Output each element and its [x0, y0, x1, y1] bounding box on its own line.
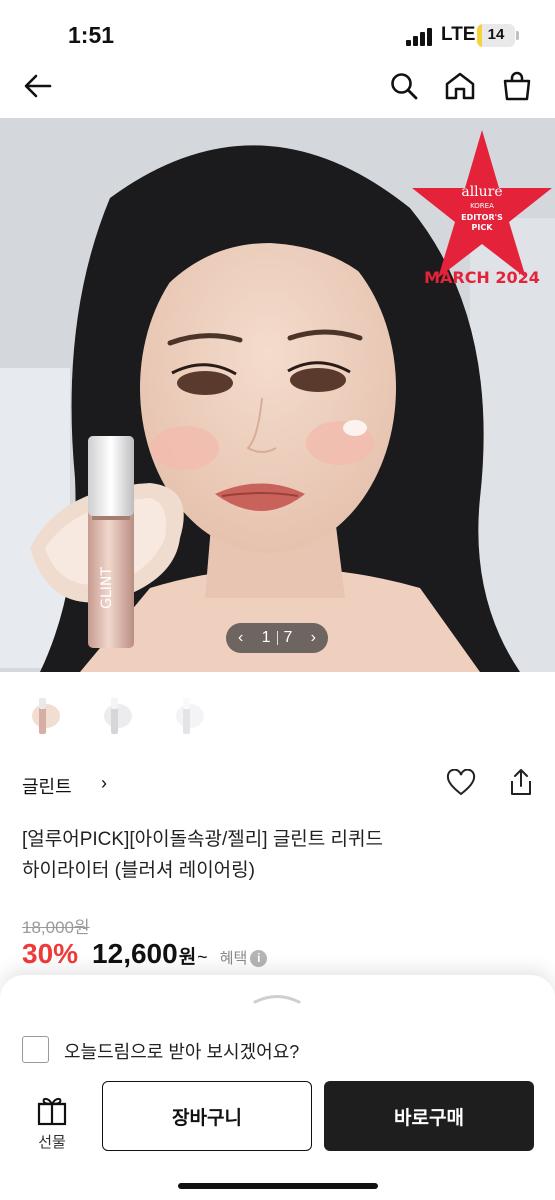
product-logo: GLINT: [99, 567, 115, 609]
discount-rate: 30%: [22, 938, 79, 969]
image-pager[interactable]: ‹ 1 7 ›: [226, 623, 328, 653]
thumbnail-2[interactable]: [94, 690, 138, 742]
battery-icon: 14: [477, 24, 515, 47]
original-price: 18,000원: [22, 918, 90, 937]
product-image-carousel[interactable]: GLINT allure KOREA EDITOR'S PICK MARCH 2…: [0, 118, 555, 672]
product-hero-image: GLINT allure KOREA EDITOR'S PICK MARCH 2…: [0, 118, 555, 672]
nav-bar: [0, 60, 555, 118]
status-bar: 1:51 LTE 14: [0, 0, 555, 60]
dawn-delivery-label[interactable]: 오늘드림으로 받아 보시겠어요?: [64, 1038, 299, 1064]
status-time: 1:51: [68, 22, 115, 48]
heart-icon[interactable]: [446, 769, 476, 797]
pager-total: 7: [283, 629, 293, 646]
chevron-right-icon: ›: [101, 773, 107, 793]
thumbnail-image: [104, 698, 132, 734]
prev-image-button[interactable]: ‹: [238, 629, 243, 647]
brand-link[interactable]: 글린트: [22, 773, 72, 799]
search-button[interactable]: [382, 64, 426, 108]
gift-button[interactable]: 선물: [22, 1091, 82, 1151]
price-tilde: ~: [197, 947, 208, 967]
back-button[interactable]: [16, 64, 60, 108]
pager-current: 1: [261, 629, 271, 646]
badge-line2: PICK: [472, 223, 494, 232]
buy-now-button[interactable]: 바로구매: [324, 1081, 534, 1151]
sale-price: 12,600: [92, 938, 178, 969]
badge-line1: EDITOR'S: [461, 213, 503, 222]
add-to-cart-button[interactable]: 장바구니: [102, 1081, 312, 1151]
thumbnail-1[interactable]: [22, 690, 66, 742]
dawn-delivery-checkbox[interactable]: [22, 1036, 49, 1063]
home-indicator: [178, 1183, 378, 1189]
home-icon: [445, 72, 475, 100]
product-title: [얼루어PICK][아이돌속광/젤리] 글린트 리퀴드 하이라이터 (블러셔 레…: [22, 824, 522, 886]
network-type: LTE: [441, 24, 476, 45]
next-image-button[interactable]: ›: [311, 629, 316, 647]
purchase-bottom-sheet: 오늘드림으로 받아 보시겠어요? 선물 장바구니 바로구매: [0, 975, 555, 1200]
product-title-line2: 하이라이터 (블러셔 레이어링): [22, 860, 255, 881]
sheet-handle-icon[interactable]: [252, 991, 302, 1005]
search-icon: [391, 73, 418, 100]
arrow-left-icon: [24, 74, 52, 98]
share-icon[interactable]: [508, 767, 534, 797]
battery-percent: 14: [487, 26, 505, 43]
cellular-signal-icon: [406, 28, 436, 46]
badge-region: KOREA: [470, 202, 494, 210]
cart-button[interactable]: [495, 64, 539, 108]
price-row: 30% 12,600 원 ~ 혜택 i: [22, 938, 268, 978]
gift-icon: [37, 1097, 67, 1126]
product-title-line1: [얼루어PICK][아이돌속광/젤리] 글린트 리퀴드: [22, 829, 383, 850]
thumbnail-image: [176, 698, 204, 734]
badge-brand: allure: [461, 184, 502, 200]
home-button[interactable]: [438, 64, 482, 108]
shopping-bag-icon: [503, 71, 531, 101]
badge-date: MARCH 2024: [424, 268, 540, 287]
benefit-link[interactable]: 혜택 i: [220, 947, 268, 968]
brand-row: 글린트 ›: [22, 765, 537, 805]
thumbnail-image: [32, 698, 60, 734]
info-icon: i: [250, 950, 268, 967]
pager-divider: [276, 631, 278, 645]
price-unit: 원: [178, 947, 197, 968]
benefit-label: 혜택: [219, 950, 248, 967]
battery-tip: [516, 31, 519, 40]
gift-label: 선물: [38, 1134, 66, 1151]
thumbnail-3[interactable]: [166, 690, 210, 742]
pager-count: 1 7: [262, 629, 293, 647]
thumbnail-strip: [22, 690, 210, 742]
